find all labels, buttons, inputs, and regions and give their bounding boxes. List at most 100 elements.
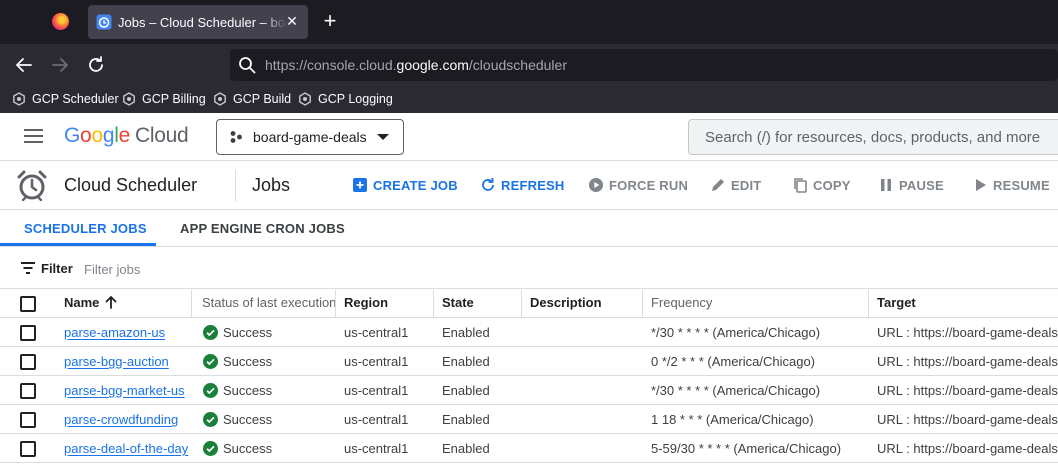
hamburger-menu-icon[interactable] <box>24 128 44 144</box>
status-text: Success <box>223 354 273 369</box>
target-text: URL : https://board-game-deals- <box>877 325 1058 340</box>
job-name-link[interactable]: parse-deal-of-the-day <box>64 441 188 456</box>
url-text[interactable]: https://console.cloud.google.com/cloudsc… <box>265 57 567 73</box>
google-cloud-logo[interactable]: Google Cloud <box>64 124 189 148</box>
frequency-text: 5-59/30 * * * * (America/Chicago) <box>651 441 842 456</box>
row-checkbox[interactable] <box>20 354 36 370</box>
state-text: Enabled <box>442 441 490 456</box>
bookmark-gcp-logging[interactable]: GCP Logging <box>298 90 393 108</box>
check-circle-icon <box>203 441 218 456</box>
back-arrow-icon[interactable] <box>14 55 34 75</box>
project-name: board-game-deals <box>253 129 367 145</box>
close-tab-icon[interactable]: ✕ <box>284 13 300 29</box>
job-name-link[interactable]: parse-bgg-auction <box>64 354 169 369</box>
column-separator[interactable] <box>868 290 869 318</box>
bookmark-gcp-build[interactable]: GCP Build <box>213 90 291 108</box>
bookmark-gcp-billing[interactable]: GCP Billing <box>122 90 206 108</box>
hexagon-icon <box>214 92 226 106</box>
bookmark-label: GCP Build <box>233 92 292 106</box>
project-dots-icon <box>230 131 242 143</box>
region-text: us-central1 <box>344 383 409 398</box>
bookmark-label: GCP Scheduler <box>32 92 119 106</box>
new-tab-icon[interactable]: + <box>320 10 340 32</box>
filter-label: Filter <box>41 261 73 276</box>
target-text: URL : https://board-game-deals- <box>877 354 1058 369</box>
column-header-status[interactable]: Status of last execution <box>202 295 336 310</box>
hexagon-icon <box>13 92 25 106</box>
product-title: Cloud Scheduler <box>64 175 198 195</box>
column-separator[interactable] <box>335 290 336 318</box>
column-separator[interactable] <box>521 290 522 318</box>
check-circle-icon <box>203 383 218 398</box>
caret-down-icon <box>377 134 389 140</box>
check-circle-icon <box>203 354 218 369</box>
column-header-region[interactable]: Region <box>344 295 388 310</box>
row-border <box>0 346 1058 347</box>
active-tab-indicator <box>0 243 156 246</box>
forward-arrow-icon[interactable] <box>50 55 70 75</box>
play-icon <box>976 179 986 191</box>
column-header-name[interactable]: Name <box>64 295 99 310</box>
page-tabs <box>0 210 1058 247</box>
search-icon <box>239 57 256 74</box>
state-text: Enabled <box>442 354 490 369</box>
bookmark-gcp-scheduler[interactable]: GCP Scheduler <box>12 90 119 108</box>
row-checkbox[interactable] <box>20 441 36 457</box>
column-header-description[interactable]: Description <box>530 295 602 310</box>
force-run-button[interactable]: FORCE RUN <box>588 176 688 194</box>
row-border <box>0 375 1058 376</box>
search-bar[interactable]: Search (/) for resources, docs, products… <box>688 119 1058 155</box>
status-text: Success <box>223 441 273 456</box>
refresh-button[interactable]: REFRESH <box>480 176 565 194</box>
row-checkbox[interactable] <box>20 383 36 399</box>
target-text: URL : https://board-game-deals- <box>877 412 1058 427</box>
column-header-target[interactable]: Target <box>877 295 916 310</box>
frequency-text: */30 * * * * (America/Chicago) <box>651 325 821 340</box>
row-checkbox[interactable] <box>20 325 36 341</box>
job-name-link[interactable]: parse-amazon-us <box>64 325 165 340</box>
bookmark-label: GCP Billing <box>142 92 206 106</box>
reload-icon[interactable] <box>86 55 106 75</box>
check-circle-icon <box>203 325 218 340</box>
copy-icon <box>794 178 807 193</box>
add-box-icon <box>353 178 367 192</box>
column-header-frequency[interactable]: Frequency <box>651 295 712 310</box>
status-text: Success <box>223 412 273 427</box>
browser-tab-active[interactable]: Jobs – Cloud Scheduler – board-game-deal… <box>88 5 308 39</box>
firefox-icon[interactable] <box>52 13 69 30</box>
state-text: Enabled <box>442 412 490 427</box>
column-separator[interactable] <box>433 290 434 318</box>
copy-button[interactable]: COPY <box>792 176 851 194</box>
resume-button[interactable]: RESUME <box>972 176 1050 194</box>
row-border <box>0 433 1058 434</box>
column-separator[interactable] <box>642 290 643 318</box>
row-border <box>0 404 1058 405</box>
create-job-button[interactable]: CREATE JOB <box>352 176 458 194</box>
region-text: us-central1 <box>344 441 409 456</box>
sort-ascending-arrow-icon[interactable] <box>104 295 118 309</box>
tab-scheduler-jobs[interactable]: SCHEDULER JOBS <box>24 221 147 236</box>
target-text: URL : https://board-game-deals- <box>877 383 1058 398</box>
frequency-text: */30 * * * * (America/Chicago) <box>651 383 821 398</box>
status-text: Success <box>223 383 273 398</box>
filter-input[interactable] <box>84 259 384 279</box>
url-prefix: https://console.cloud. <box>265 57 397 73</box>
play-circle-icon <box>589 178 603 192</box>
project-picker[interactable]: board-game-deals <box>216 119 404 155</box>
column-header-state[interactable]: State <box>442 295 474 310</box>
select-all-checkbox[interactable] <box>20 296 36 312</box>
job-name-link[interactable]: parse-bgg-market-us <box>64 383 185 398</box>
tab-app-engine-cron-jobs[interactable]: APP ENGINE CRON JOBS <box>180 221 345 236</box>
pencil-icon <box>712 179 724 191</box>
column-separator[interactable] <box>191 290 192 318</box>
pause-button[interactable]: PAUSE <box>878 176 944 194</box>
edit-button[interactable]: EDIT <box>710 176 761 194</box>
url-host: google.com <box>396 57 469 73</box>
frequency-text: 1 18 * * * (America/Chicago) <box>651 412 814 427</box>
cloud-scheduler-icon <box>17 170 47 201</box>
job-name-link[interactable]: parse-crowdfunding <box>64 412 178 427</box>
row-border <box>0 462 1058 463</box>
pause-icon <box>881 179 891 191</box>
row-checkbox[interactable] <box>20 412 36 428</box>
frequency-text: 0 */2 * * * (America/Chicago) <box>651 354 816 369</box>
